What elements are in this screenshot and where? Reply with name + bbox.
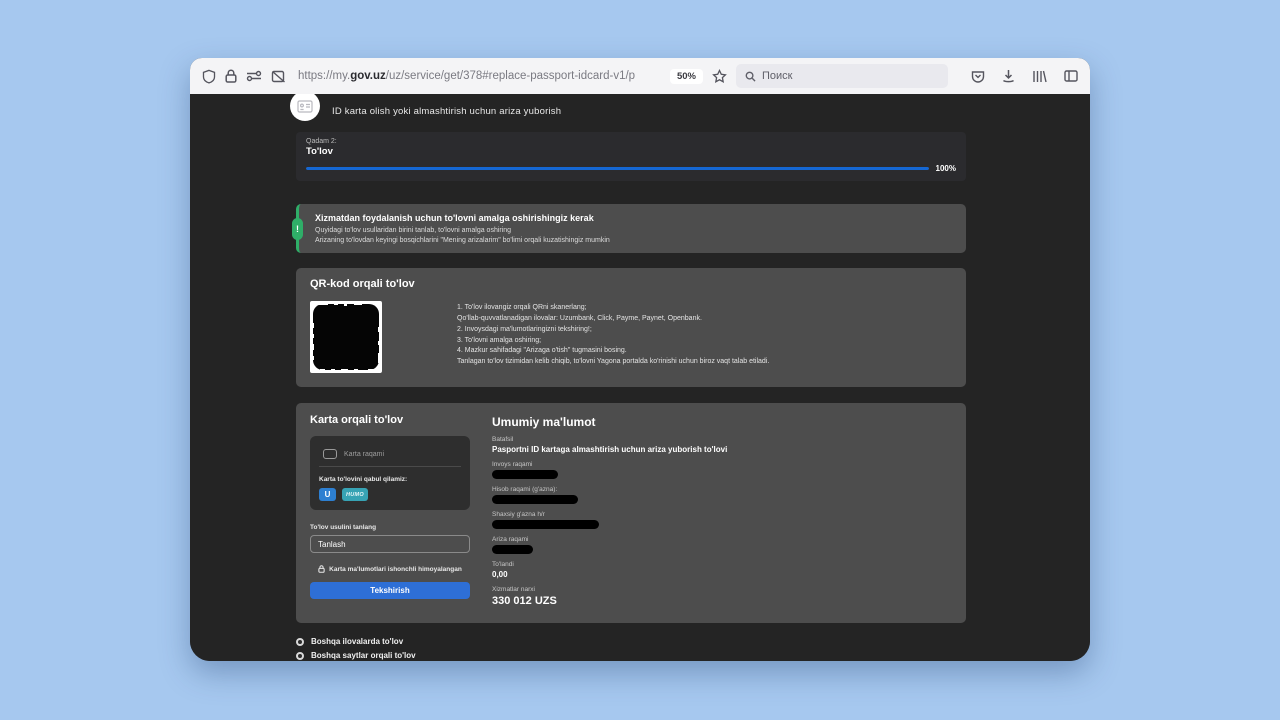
redacted-value: [492, 495, 578, 504]
redacted-value: [492, 545, 533, 554]
paid-label: To'landi: [492, 561, 952, 568]
id-card-icon: [290, 94, 320, 121]
blocked-content-icon[interactable]: [271, 70, 285, 83]
alert-icon: !: [292, 218, 303, 240]
search-placeholder: Поиск: [762, 70, 792, 82]
qr-instruction-line: 3. To'lovni amalga oshiring;: [457, 336, 769, 347]
page-zoom-indicator[interactable]: 50%: [670, 69, 703, 84]
bookmark-star-icon[interactable]: [712, 69, 727, 84]
page-title: ID karta olish yoki almashtirish uchun a…: [332, 106, 561, 117]
browser-toolbar: https://my.gov.uz/uz/service/get/378#rep…: [190, 58, 1090, 94]
field-label: Shaxsiy g'azna h/r: [492, 511, 952, 518]
field-label: Invoys raqami: [492, 461, 952, 468]
url-bar[interactable]: https://my.gov.uz/uz/service/get/378#rep…: [298, 70, 661, 82]
qr-instruction-line: 1. To'lov ilovangiz orqali QRni skanerla…: [457, 303, 769, 314]
qr-instruction-line: Qo'llab-quvvatlanadigan ilovalar: Uzumba…: [457, 314, 769, 325]
detail-label: Batafsil: [492, 436, 952, 443]
lock-small-icon: [318, 565, 325, 573]
option-other-sites[interactable]: Boshqa saytlar orqali to'lov: [296, 651, 966, 660]
credit-card-icon: [323, 449, 337, 459]
qr-code-image: [310, 301, 382, 373]
summary-title: Umumiy ma'lumot: [492, 415, 952, 429]
qr-instructions: 1. To'lov ilovangiz orqali QRni skanerla…: [457, 301, 769, 373]
field-label: Ariza raqami: [492, 536, 952, 543]
payment-method-label: To'lov usulini tanlang: [310, 524, 470, 531]
radio-icon[interactable]: [296, 638, 304, 646]
service-header: ID karta olish yoki almashtirish uchun a…: [190, 94, 1090, 126]
field-label: Hisob raqami (g'azna):: [492, 486, 952, 493]
pocket-icon[interactable]: [971, 70, 985, 83]
step-label: Qadam 2:: [306, 138, 956, 145]
progress-bar: [306, 167, 929, 170]
accepted-cards-label: Karta to'lovini qabul qilamiz:: [319, 476, 461, 483]
downloads-icon[interactable]: [1002, 69, 1015, 83]
notice-title: Xizmatdan foydalanish uchun to'lovni ama…: [315, 213, 952, 223]
card-payment-section: Karta orqali to'lov Karta raqami Karta t…: [296, 403, 966, 623]
lock-icon[interactable]: [225, 69, 237, 83]
verify-button[interactable]: Tekshirish: [310, 582, 470, 599]
detail-value: Pasportni ID kartaga almashtirish uchun …: [492, 445, 952, 454]
radio-icon[interactable]: [296, 652, 304, 660]
card-number-input[interactable]: Karta raqami: [319, 444, 461, 467]
qr-redaction: [313, 304, 379, 370]
qr-instruction-line: Tanlagan to'lov tizimidan kelib chiqib, …: [457, 357, 769, 368]
search-input[interactable]: Поиск: [736, 64, 948, 88]
qr-section-title: QR-kod orqali to'lov: [310, 278, 952, 290]
qr-payment-section: QR-kod orqali to'lov: [296, 268, 966, 387]
qr-instruction-line: 4. Mazkur sahifadagi "Arizaga o'tish" tu…: [457, 346, 769, 357]
url-text: https://my.gov.uz/uz/service/get/378#rep…: [298, 70, 635, 82]
other-payment-options: Boshqa ilovalarda to'lov Boshqa saytlar …: [296, 637, 966, 661]
humo-badge: HUMO: [342, 488, 368, 501]
payment-notice: ! Xizmatdan foydalanish uchun to'lovni a…: [296, 204, 966, 253]
browser-window: https://my.gov.uz/uz/service/get/378#rep…: [190, 58, 1090, 661]
permissions-toggles-icon[interactable]: [246, 70, 262, 82]
redacted-value: [492, 520, 599, 529]
sidebar-toggle-icon[interactable]: [1064, 70, 1078, 82]
page-content: ID karta olish yoki almashtirish uchun a…: [190, 94, 1090, 661]
card-section-title: Karta orqali to'lov: [310, 414, 470, 426]
qr-instruction-line: 2. Invoysdagi ma'lumotlaringizni tekshir…: [457, 325, 769, 336]
notice-line: Arizaning to'lovdan keyingi bosqichlarin…: [315, 237, 952, 244]
secure-note: Karta ma'lumotlari ishonchli himoyalanga…: [310, 565, 470, 573]
search-icon: [745, 71, 756, 82]
price-label: Xizmatlar narxi: [492, 586, 952, 593]
card-entry-box: Karta raqami Karta to'lovini qabul qilam…: [310, 436, 470, 510]
price-value: 330 012 UZS: [492, 595, 952, 607]
notice-line: Quyidagi to'lov usullaridan birini tanla…: [315, 227, 952, 234]
option-other-apps[interactable]: Boshqa ilovalarda to'lov: [296, 637, 966, 646]
payment-method-select[interactable]: Tanlash: [310, 535, 470, 553]
progress-bar-fill: [306, 167, 929, 170]
card-number-placeholder: Karta raqami: [344, 451, 384, 458]
summary-column: Umumiy ma'lumot Batafsil Pasportni ID ka…: [492, 414, 952, 607]
progress-percent: 100%: [936, 164, 956, 173]
library-icon[interactable]: [1032, 70, 1047, 83]
progress-panel: Qadam 2: To'lov 100%: [296, 132, 966, 181]
paid-value: 0,00: [492, 570, 952, 579]
redacted-value: [492, 470, 558, 479]
uzcard-badge: U: [319, 488, 336, 501]
step-name: To'lov: [306, 146, 956, 157]
shield-icon[interactable]: [202, 69, 216, 84]
